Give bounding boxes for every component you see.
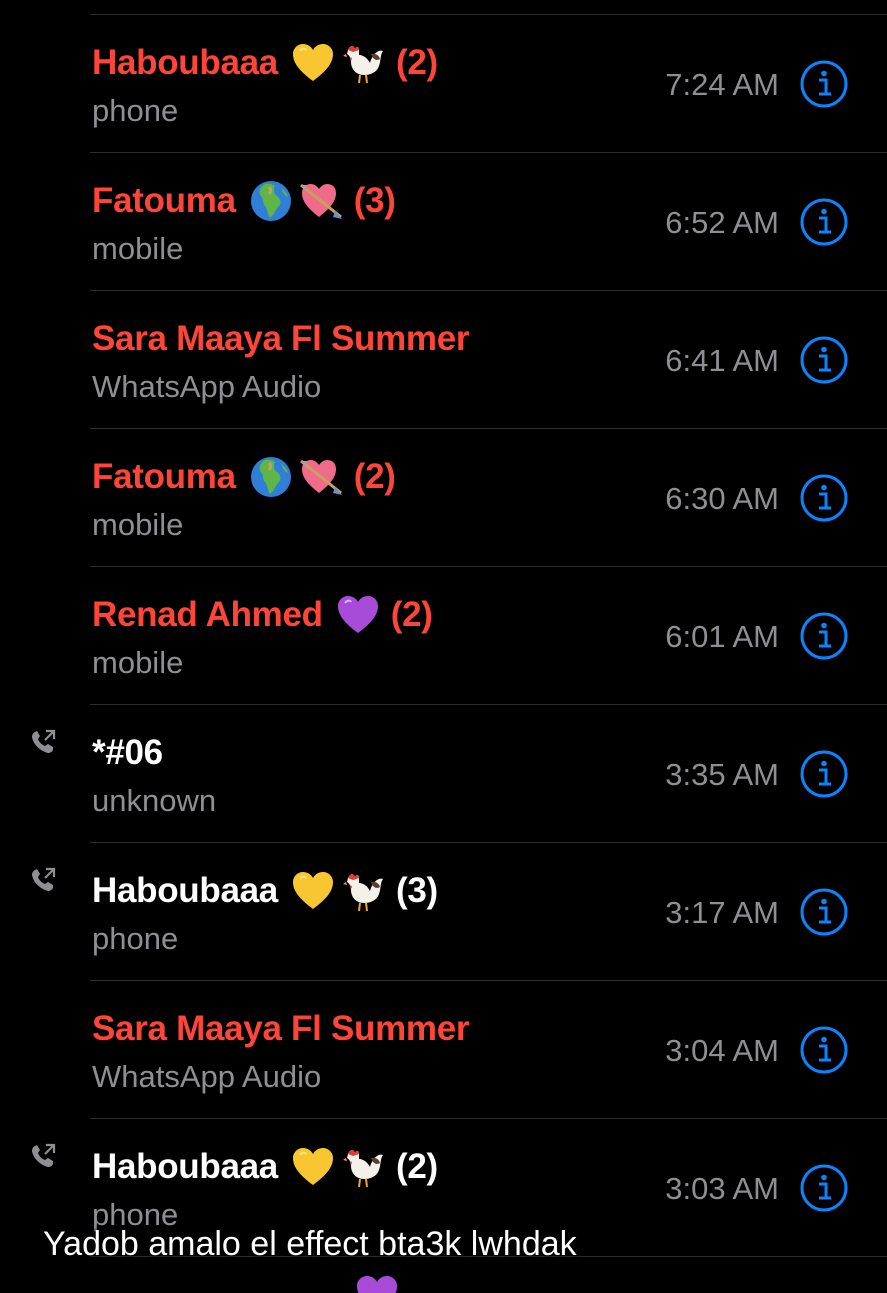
call-row[interactable]: Renad Ahmed (2) mobile 6:01 AM xyxy=(90,567,887,705)
info-button[interactable] xyxy=(799,59,849,109)
info-button[interactable] xyxy=(799,335,849,385)
info-button[interactable] xyxy=(799,887,849,937)
caller-name: Renad Ahmed (2) xyxy=(92,593,433,637)
caller-name: *#06 xyxy=(92,731,163,775)
call-count: (2) xyxy=(395,1147,438,1186)
call-type-label: mobile xyxy=(92,645,184,680)
info-circle-icon xyxy=(799,335,849,385)
globe-icon xyxy=(248,455,294,499)
yellow-heart-icon xyxy=(290,1145,336,1189)
info-circle-icon xyxy=(799,1025,849,1075)
call-row[interactable]: Haboubaaa (3) phone 3:17 AM xyxy=(32,843,887,981)
call-count: (2) xyxy=(395,43,438,82)
info-button[interactable] xyxy=(799,611,849,661)
call-type-label: WhatsApp Audio xyxy=(92,1059,322,1094)
call-time: 3:03 AM xyxy=(665,1171,779,1206)
caller-name: Haboubaaa (3) xyxy=(92,869,438,913)
call-time: 6:30 AM xyxy=(665,481,779,516)
caller-name-text: *#06 xyxy=(92,733,163,772)
caller-name-text: Fatouma xyxy=(92,457,236,496)
caller-name: Fatouma (3) xyxy=(92,179,396,223)
call-type-label: phone xyxy=(92,93,179,128)
outgoing-call-icon xyxy=(28,1141,58,1171)
caller-name-text: Sara Maaya Fl Summer xyxy=(92,1009,470,1048)
caller-name: Haboubaaa (2) xyxy=(92,1145,438,1189)
purple-heart-icon xyxy=(335,593,381,637)
call-type-label: mobile xyxy=(92,507,184,542)
rooster-icon xyxy=(340,41,386,85)
outgoing-call-icon xyxy=(28,727,58,757)
call-row[interactable]: Sara Maaya Fl Summer WhatsApp Audio 3:04 A… xyxy=(90,981,887,1119)
recents-call-list: Haboubaaa (2) phone 7:24 AM Fatouma (3) mobile… xyxy=(0,15,887,1257)
call-time: 3:17 AM xyxy=(665,895,779,930)
caller-name: Sara Maaya Fl Summer xyxy=(92,1007,470,1051)
heart-arrow-icon xyxy=(298,455,344,499)
call-row[interactable]: Haboubaaa (2) phone 7:24 AM xyxy=(90,15,887,153)
call-count: (3) xyxy=(353,181,396,220)
call-time: 6:52 AM xyxy=(665,205,779,240)
call-count: (3) xyxy=(395,871,438,910)
info-circle-icon xyxy=(799,887,849,937)
call-type-label: phone xyxy=(92,921,179,956)
info-circle-icon xyxy=(799,1163,849,1213)
heart-arrow-icon xyxy=(298,179,344,223)
rooster-icon xyxy=(340,1145,386,1189)
call-type-label: WhatsApp Audio xyxy=(92,369,322,404)
info-circle-icon xyxy=(799,197,849,247)
caller-name: Fatouma (2) xyxy=(92,455,396,499)
info-circle-icon xyxy=(799,473,849,523)
yellow-heart-icon xyxy=(290,869,336,913)
call-count: (2) xyxy=(390,595,433,634)
info-circle-icon xyxy=(799,59,849,109)
rooster-icon xyxy=(340,869,386,913)
caller-name-text: Fatouma xyxy=(92,181,236,220)
caller-name-text: Haboubaaa xyxy=(92,43,278,82)
call-type-label: unknown xyxy=(92,783,217,818)
caller-name-text: Haboubaaa xyxy=(92,1147,278,1186)
yellow-heart-icon xyxy=(290,41,336,85)
call-time: 3:04 AM xyxy=(665,1033,779,1068)
call-type-label: mobile xyxy=(92,231,184,266)
caller-name: Haboubaaa (2) xyxy=(92,41,438,85)
info-circle-icon xyxy=(799,749,849,799)
call-row[interactable]: Fatouma (2) mobile 6:30 AM xyxy=(90,429,887,567)
caller-name: Sara Maaya Fl Summer xyxy=(92,317,470,361)
call-time: 3:35 AM xyxy=(665,757,779,792)
info-button[interactable] xyxy=(799,749,849,799)
info-button[interactable] xyxy=(799,473,849,523)
call-row[interactable]: *#06 unknown 3:35 AM xyxy=(32,705,887,843)
caller-name-text: Haboubaaa xyxy=(92,871,278,910)
globe-icon xyxy=(248,179,294,223)
call-row[interactable]: Fatouma (3) mobile 6:52 AM xyxy=(90,153,887,291)
info-button[interactable] xyxy=(799,1163,849,1213)
info-button[interactable] xyxy=(799,1025,849,1075)
info-button[interactable] xyxy=(799,197,849,247)
call-count: (2) xyxy=(353,457,396,496)
caller-name-text: Renad Ahmed xyxy=(92,595,323,634)
purple-heart-icon xyxy=(354,1273,400,1293)
caller-name-text: Sara Maaya Fl Summer xyxy=(92,319,470,358)
story-caption: Yadob amalo el effect bta3k lwhdak xyxy=(43,1225,577,1263)
outgoing-call-icon xyxy=(28,865,58,895)
call-time: 7:24 AM xyxy=(665,67,779,102)
call-time: 6:01 AM xyxy=(665,619,779,654)
call-time: 6:41 AM xyxy=(665,343,779,378)
call-row[interactable]: Sara Maaya Fl Summer WhatsApp Audio 6:41 A… xyxy=(90,291,887,429)
info-circle-icon xyxy=(799,611,849,661)
